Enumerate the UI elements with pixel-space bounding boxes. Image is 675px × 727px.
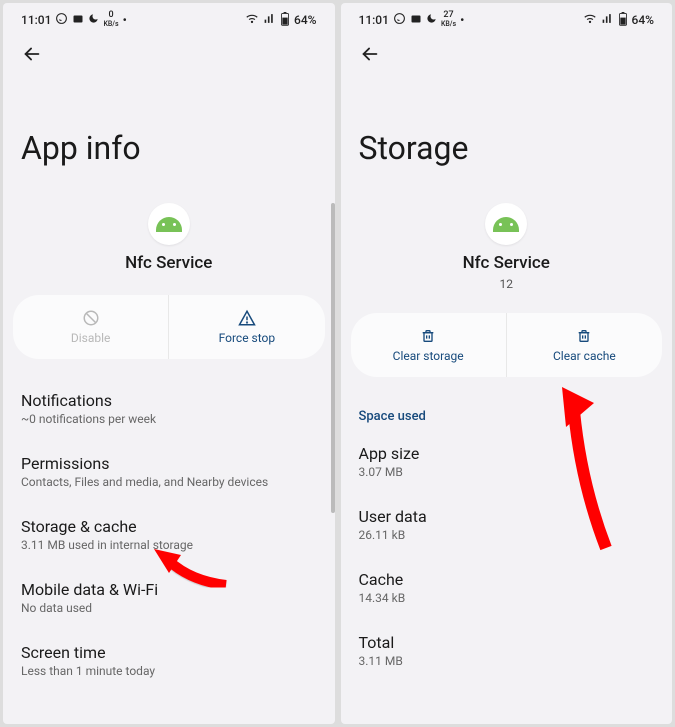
app-header: Nfc Service 12	[341, 203, 673, 305]
trash-icon	[575, 327, 593, 345]
status-time: 11:01	[359, 13, 389, 27]
data-speed: 0 KB/s	[103, 11, 118, 29]
screen-storage: 11:01 27 KB/s •	[341, 3, 673, 724]
app-icon	[148, 203, 190, 245]
battery-percent: 64%	[632, 13, 654, 27]
scrollbar-thumb[interactable]	[331, 203, 335, 513]
app-header: Nfc Service	[3, 203, 335, 287]
message-icon	[72, 13, 84, 28]
item-screen-time[interactable]: Screen time Less than 1 minute today	[3, 629, 335, 692]
page-title: Storage	[341, 71, 673, 203]
screen-app-info: 11:01 0 KB/s •	[3, 3, 335, 724]
disable-label: Disable	[71, 331, 111, 345]
battery-icon	[618, 12, 628, 29]
clear-cache-label: Clear cache	[553, 349, 616, 363]
warning-icon	[238, 309, 256, 327]
moon-icon	[88, 13, 99, 27]
item-app-size: App size 3.07 MB	[341, 430, 673, 493]
force-stop-label: Force stop	[219, 331, 276, 345]
signal-icon	[263, 12, 276, 28]
app-name: Nfc Service	[463, 253, 550, 273]
status-bar: 11:01 27 KB/s •	[341, 3, 673, 33]
whatsapp-icon	[393, 12, 406, 28]
data-speed: 27 KB/s	[441, 11, 456, 29]
disable-icon	[82, 309, 100, 327]
settings-list: Notifications ~0 notifications per week …	[3, 377, 335, 692]
page-title: App info	[3, 71, 335, 203]
app-icon	[485, 203, 527, 245]
battery-icon	[280, 12, 290, 29]
section-label: Space used	[341, 395, 673, 430]
battery-percent: 64%	[294, 13, 316, 27]
clear-storage-label: Clear storage	[393, 349, 464, 363]
force-stop-button[interactable]: Force stop	[168, 295, 324, 359]
dot-icon: •	[460, 13, 464, 27]
dot-icon: •	[123, 13, 127, 27]
storage-list: App size 3.07 MB User data 26.11 kB Cach…	[341, 430, 673, 682]
item-total: Total 3.11 MB	[341, 619, 673, 682]
status-bar: 11:01 0 KB/s •	[3, 3, 335, 33]
trash-icon	[419, 327, 437, 345]
status-time: 11:01	[21, 13, 51, 27]
item-cache: Cache 14.34 kB	[341, 556, 673, 619]
clear-storage-button[interactable]: Clear storage	[351, 313, 506, 377]
item-user-data: User data 26.11 kB	[341, 493, 673, 556]
message-icon	[410, 13, 422, 28]
back-button[interactable]	[359, 43, 381, 71]
moon-icon	[426, 13, 437, 27]
wifi-icon	[245, 12, 259, 29]
action-buttons: Clear storage Clear cache	[351, 313, 663, 377]
item-notifications[interactable]: Notifications ~0 notifications per week	[3, 377, 335, 440]
action-buttons: Disable Force stop	[13, 295, 325, 359]
back-button[interactable]	[21, 43, 43, 71]
whatsapp-icon	[55, 12, 68, 28]
item-permissions[interactable]: Permissions Contacts, Files and media, a…	[3, 440, 335, 503]
app-version: 12	[500, 277, 514, 291]
clear-cache-button[interactable]: Clear cache	[506, 313, 662, 377]
signal-icon	[601, 12, 614, 28]
item-storage-cache[interactable]: Storage & cache 3.11 MB used in internal…	[3, 503, 335, 566]
app-name: Nfc Service	[125, 253, 212, 273]
wifi-icon	[583, 12, 597, 29]
disable-button: Disable	[13, 295, 168, 359]
item-mobile-data[interactable]: Mobile data & Wi-Fi No data used	[3, 566, 335, 629]
